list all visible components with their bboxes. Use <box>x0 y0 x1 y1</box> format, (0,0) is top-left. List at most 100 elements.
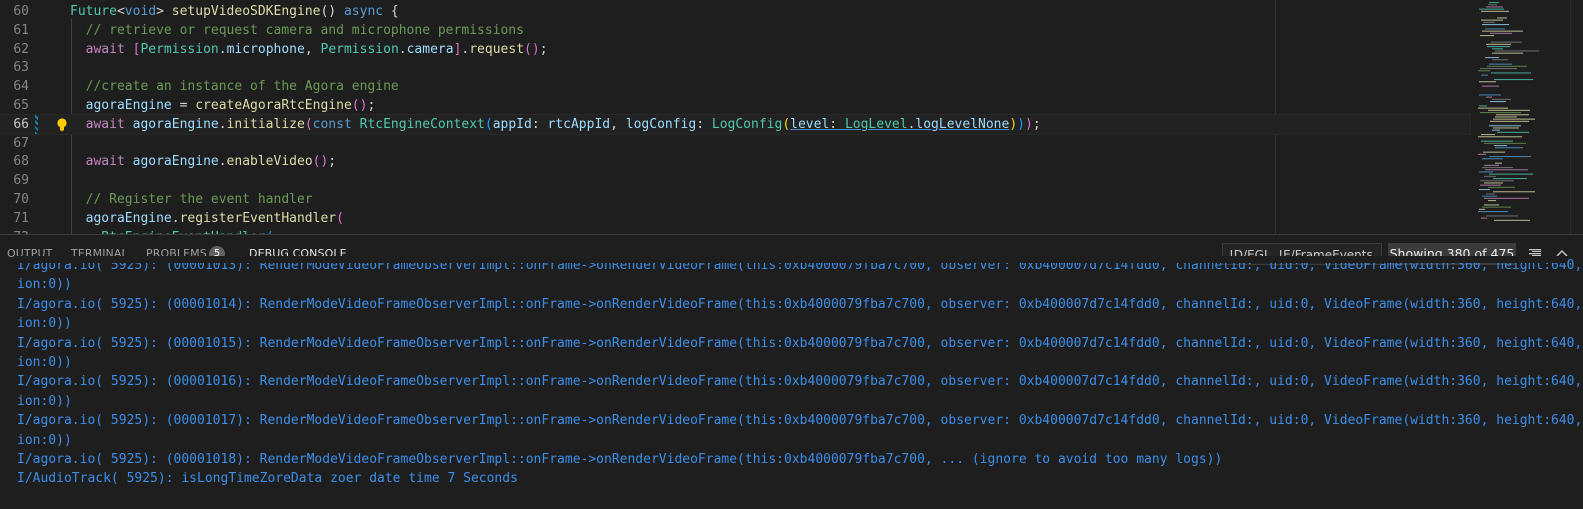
code-token: request <box>469 41 525 57</box>
code-token: async <box>343 4 384 19</box>
minimap-stroke <box>1494 145 1507 147</box>
code-token: ; <box>1032 116 1041 132</box>
line-number: 66 <box>13 116 29 132</box>
editor-scrollbar[interactable] <box>1570 0 1583 234</box>
code-token: Future <box>70 4 117 19</box>
code-token: Permission <box>140 41 219 57</box>
minimap-stroke <box>1493 191 1535 193</box>
code-token: () <box>351 98 368 113</box>
code-line[interactable]: 65 agoraEngine = createAgoraRtcEngine(); <box>0 96 1470 115</box>
minimap-stroke <box>1492 52 1523 54</box>
code-line[interactable]: 63 <box>0 58 1470 77</box>
minimap-stroke <box>1485 28 1505 30</box>
minimap-stroke <box>1484 175 1496 177</box>
code-token: // retrieve or request camera and microp… <box>70 22 524 38</box>
code-text: // retrieve or request camera and microp… <box>70 21 524 40</box>
code-text: //create an instance of the Agora engine <box>70 77 399 96</box>
minimap[interactable] <box>1470 0 1570 234</box>
console-line: I/AudioTrack( 5925): isLongTimeZoreData … <box>17 471 518 487</box>
code-text: agoraEngine = createAgoraRtcEngine(); <box>70 96 376 115</box>
lightbulb-icon[interactable] <box>55 117 69 132</box>
code-token: setupVideoSDKEngine <box>171 4 321 19</box>
code-text: await agoraEngine.enableVideo(); <box>70 152 336 171</box>
line-number: 68 <box>13 154 29 170</box>
code-line[interactable]: 62 await [Permission.microphone, Permiss… <box>0 40 1470 59</box>
code-token: await <box>85 154 125 170</box>
minimap-stroke <box>1491 41 1522 43</box>
code-token: void <box>124 4 157 19</box>
console-line: ion:0)) <box>17 393 72 409</box>
code-token: = <box>171 98 196 113</box>
line-number: 69 <box>13 173 29 189</box>
minimap-stroke <box>1491 72 1531 74</box>
line-number: 60 <box>13 4 29 19</box>
code-line[interactable]: 67 <box>0 134 1470 153</box>
code-text: await agoraEngine.initialize(const RtcEn… <box>70 115 1041 134</box>
minimap-stroke <box>1481 217 1487 219</box>
minimap-stroke <box>1480 184 1501 186</box>
code-line[interactable]: 60 Future<void> setupVideoSDKEngine() asy… <box>0 2 1470 21</box>
line-number: 61 <box>13 22 29 38</box>
minimap-stroke <box>1482 24 1509 26</box>
line-number: 71 <box>13 210 29 226</box>
minimap-stroke <box>1489 2 1499 4</box>
minimap-stroke <box>1482 85 1499 87</box>
minimap-stroke <box>1495 162 1502 164</box>
code-token: , <box>610 116 626 132</box>
minimap-stroke <box>1484 164 1499 166</box>
console-line: I/agora.io( 5925): (00001016): RenderMod… <box>17 374 1583 390</box>
minimap-stroke <box>1489 156 1531 158</box>
code-token: ; <box>328 154 337 170</box>
minimap-stroke <box>1489 125 1521 127</box>
minimap-stroke <box>1481 10 1509 12</box>
code-line[interactable]: 61 // retrieve or request camera and mic… <box>0 21 1470 40</box>
code-token: agoraEngine <box>85 98 172 113</box>
bottom-panel: OUTPUT TERMINAL PROBLEMS 5 DEBUG CONSOLE… <box>0 234 1583 509</box>
code-token: ( <box>484 116 493 132</box>
code-editor[interactable]: 60 Future<void> setupVideoSDKEngine() asy… <box>0 0 1583 234</box>
minimap-stroke <box>1478 211 1508 213</box>
code-token: . <box>218 116 227 132</box>
minimap-stroke <box>1490 101 1506 103</box>
line-number: 70 <box>13 192 29 207</box>
minimap-stroke <box>1490 120 1529 122</box>
code-token: createAgoraRtcEngine <box>195 98 352 113</box>
code-token: , <box>304 41 321 57</box>
debug-console-output[interactable]: I/agora.io( 5925): (00001013): RenderMod… <box>17 256 1583 509</box>
code-token: ) <box>1009 116 1018 132</box>
minimap-stroke <box>1483 21 1495 23</box>
code-line[interactable]: 69 <box>0 171 1470 190</box>
code-line[interactable]: 66 await agoraEngine.initialize(const Rt… <box>0 113 1471 135</box>
code-token: Permission <box>320 41 399 57</box>
code-token: { <box>383 4 399 19</box>
minimap-stroke <box>1492 98 1511 100</box>
minimap-stroke <box>1485 57 1499 59</box>
code-line[interactable]: 68 await agoraEngine.enableVideo(); <box>0 152 1470 171</box>
console-line: ion:0)) <box>17 432 72 448</box>
code-token: agoraEngine <box>132 154 219 170</box>
code-token: await <box>85 116 125 132</box>
code-token: () <box>320 4 344 19</box>
minimap-stroke <box>1497 131 1529 133</box>
code-line[interactable]: 70 // Register the event handler <box>0 190 1470 209</box>
line-number: 65 <box>13 98 29 113</box>
minimap-stroke <box>1485 169 1528 171</box>
minimap-stroke <box>1479 94 1501 96</box>
code-text: // Register the event handler <box>70 190 313 209</box>
modified-line-marker[interactable] <box>35 114 38 134</box>
minimap-stroke <box>1492 48 1503 50</box>
minimap-stroke <box>1479 189 1490 191</box>
code-token: ; <box>539 41 548 57</box>
minimap-stroke <box>1481 19 1503 21</box>
code-line[interactable]: 71 agoraEngine.registerEventHandler( <box>0 209 1470 228</box>
line-number: 63 <box>13 60 29 76</box>
code-line[interactable]: 64 //create an instance of the Agora eng… <box>0 77 1470 96</box>
code-token: ) <box>1024 116 1033 132</box>
minimap-stroke <box>1484 182 1503 184</box>
minimap-stroke <box>1496 114 1529 116</box>
minimap-stroke <box>1492 129 1500 131</box>
